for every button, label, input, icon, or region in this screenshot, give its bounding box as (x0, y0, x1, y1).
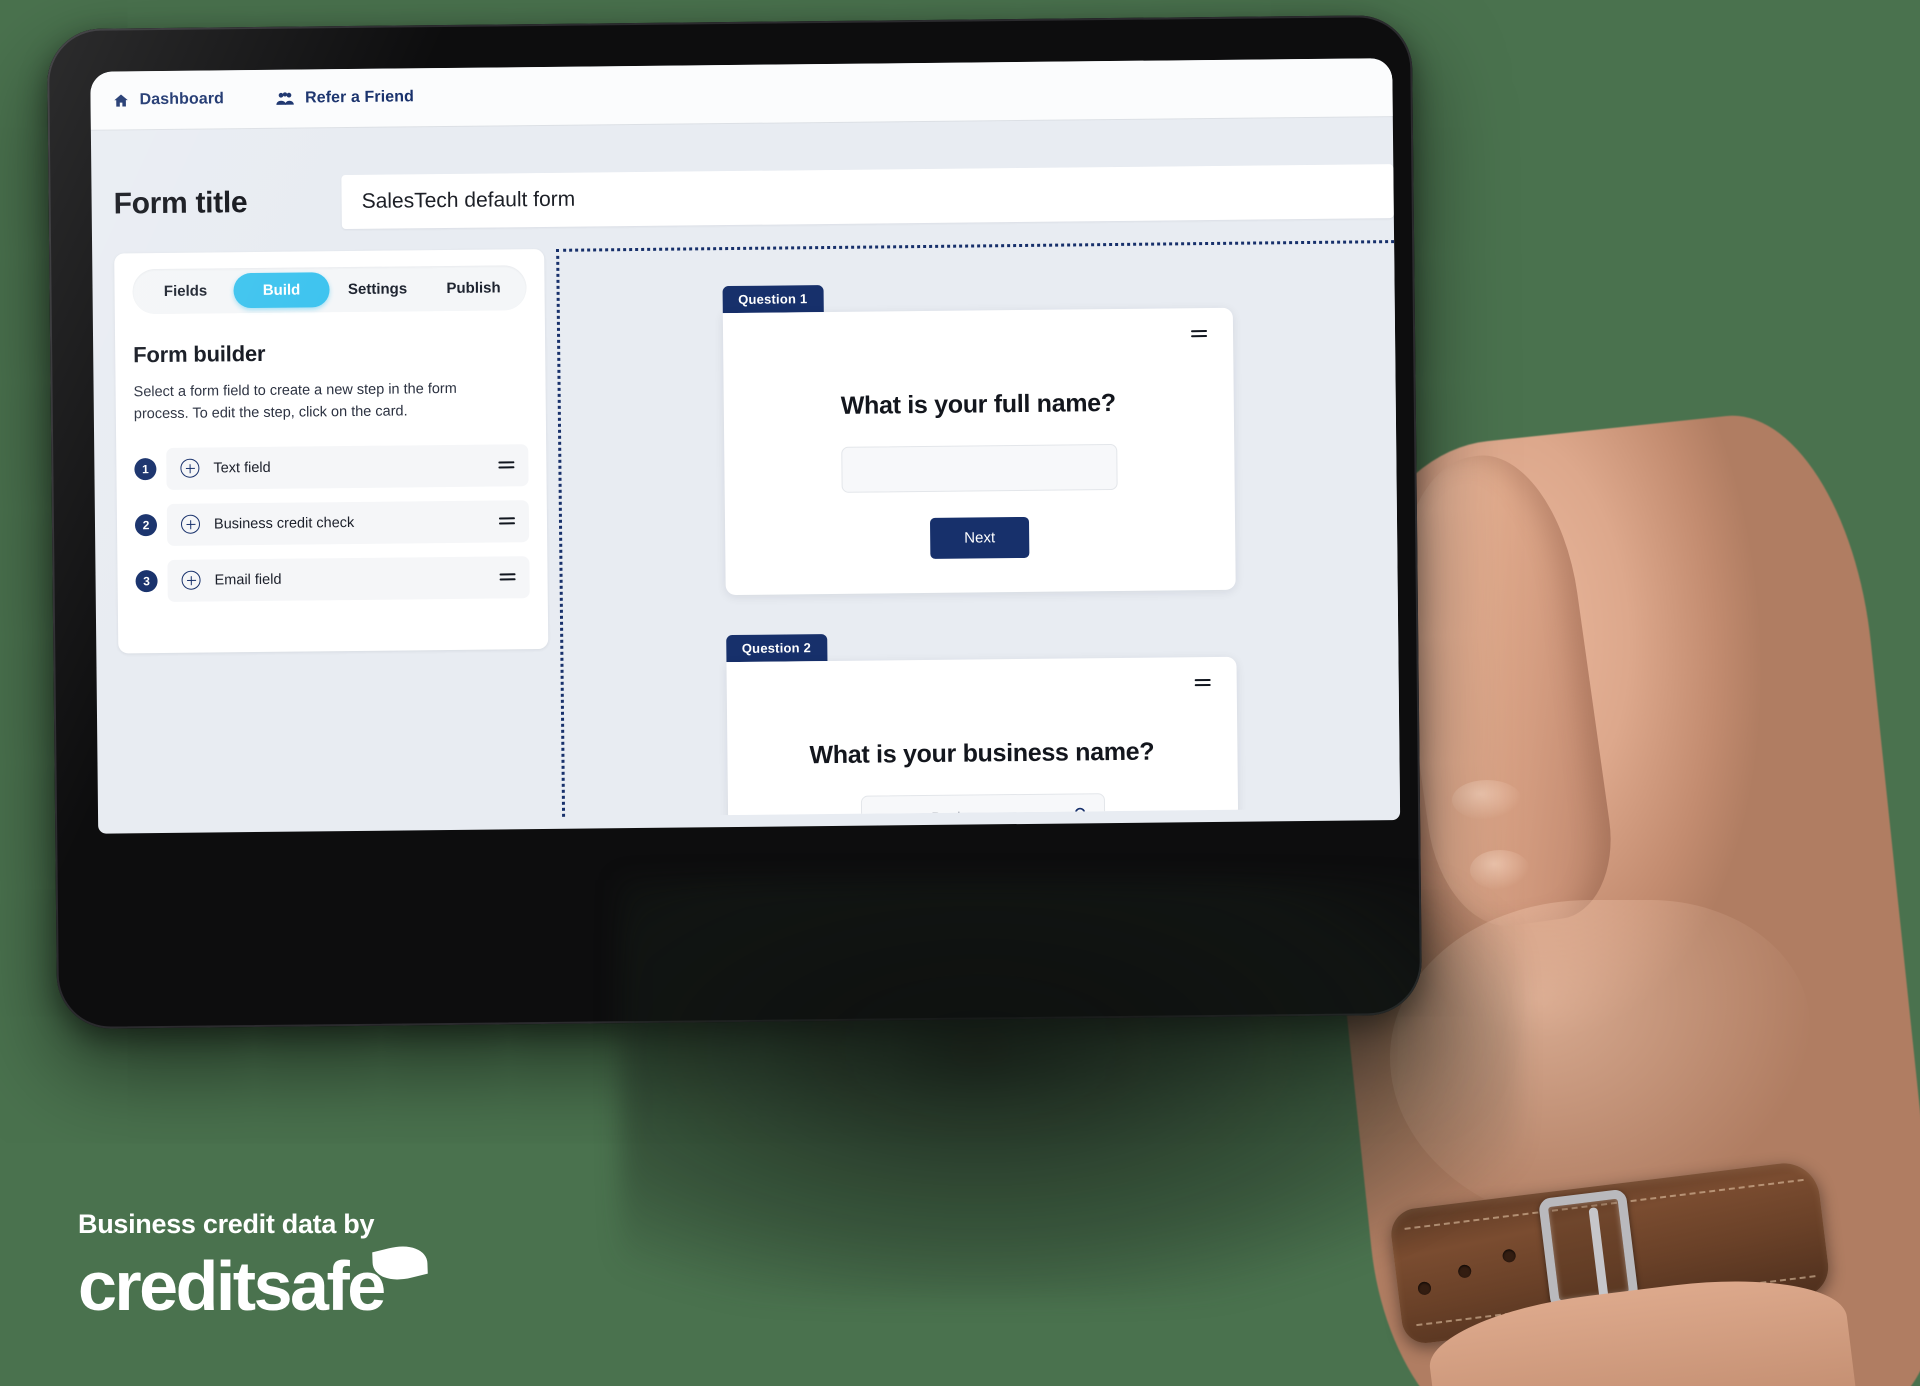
nav-item-refer-a-friend-label: Refer a Friend (304, 88, 415, 107)
list-item: 1 Text field (134, 443, 529, 490)
drag-handle-icon[interactable] (1194, 679, 1211, 687)
tab-build[interactable]: Build (233, 272, 330, 309)
watch-buckle (1537, 1188, 1639, 1311)
form-builder-panel: Fields Build Settings Publish Form build… (114, 248, 549, 654)
business-name-search-wrap (860, 793, 1105, 817)
question-block-1: Question 1 What is your full name? Next (722, 281, 1236, 596)
form-step-list: 1 Text field 2 Business credit check 3 E… (134, 443, 530, 602)
knuckle-highlight (1470, 850, 1530, 890)
tab-publish[interactable]: Publish (425, 270, 521, 306)
question-2-card[interactable]: What is your business name? Choose an op… (725, 656, 1239, 817)
panel-tabs: Fields Build Settings Publish (132, 265, 527, 315)
full-name-input[interactable] (840, 443, 1118, 493)
nav-item-refer-a-friend[interactable]: Refer a Friend (276, 88, 414, 107)
tablet-screen: Dashboard Refer a Friend Form title Sale… (90, 58, 1401, 834)
question-1-tag: Question 1 (722, 285, 824, 314)
drag-handle-icon[interactable] (499, 573, 516, 581)
step-number: 2 (134, 513, 158, 536)
step-label: Business credit check (213, 514, 355, 532)
tablet-device: Dashboard Refer a Friend Form title Sale… (46, 14, 1423, 1030)
list-item: 2 Business credit check (134, 499, 530, 546)
next-button[interactable]: Next (930, 516, 1030, 559)
panel-heading: Form builder (133, 340, 266, 368)
plus-circle-icon[interactable] (180, 458, 200, 478)
question-1-text: What is your full name? (840, 389, 1116, 420)
creditsafe-logo-text: creditsafe (78, 1246, 386, 1325)
step-label: Text field (213, 459, 271, 476)
form-preview-canvas: Question 1 What is your full name? Next … (556, 240, 1401, 817)
step-number: 3 (135, 569, 158, 592)
business-name-search-input[interactable] (860, 793, 1105, 817)
step-label: Email field (214, 571, 282, 588)
step-card-business-credit-check[interactable]: Business credit check (166, 499, 530, 546)
question-2-tag: Question 2 (725, 634, 828, 663)
drag-handle-icon[interactable] (498, 517, 516, 525)
nav-item-dashboard[interactable]: Dashboard (112, 90, 224, 109)
list-item: 3 Email field (135, 555, 530, 602)
form-title-input[interactable] (341, 164, 1394, 230)
watch-strap (1388, 1159, 1832, 1346)
home-icon (112, 92, 129, 109)
drag-handle-icon[interactable] (1190, 330, 1207, 338)
tab-fields[interactable]: Fields (137, 273, 233, 309)
form-title-row: Form title (91, 116, 1394, 232)
tab-settings[interactable]: Settings (329, 271, 425, 307)
panel-description: Select a form field to create a new step… (133, 380, 457, 423)
branding-kicker: Business credit data by (78, 1208, 375, 1239)
question-2-text: What is your business name? (809, 737, 1155, 770)
step-card-email-field[interactable]: Email field (167, 555, 530, 602)
creditsafe-logo: creditsafe (78, 1238, 428, 1321)
plus-circle-icon[interactable] (181, 570, 201, 590)
question-block-2: Question 2 What is your business name? B… (725, 630, 1239, 817)
nav-item-dashboard-label: Dashboard (139, 90, 225, 109)
plus-circle-icon[interactable] (180, 514, 201, 534)
question-1-card[interactable]: What is your full name? Next (722, 307, 1236, 596)
step-card-text-field[interactable]: Text field (166, 443, 529, 490)
knuckle-highlight (1452, 780, 1522, 820)
branding: Business credit data by creditsafe (78, 1208, 428, 1321)
drag-handle-icon[interactable] (498, 461, 515, 469)
wrist (1423, 1264, 1857, 1386)
work-area: Fields Build Settings Publish Form build… (92, 218, 1401, 822)
step-number: 1 (134, 457, 157, 480)
page-title: Form title (113, 186, 248, 221)
people-icon (276, 90, 295, 107)
palm-highlight (1390, 900, 1810, 1230)
